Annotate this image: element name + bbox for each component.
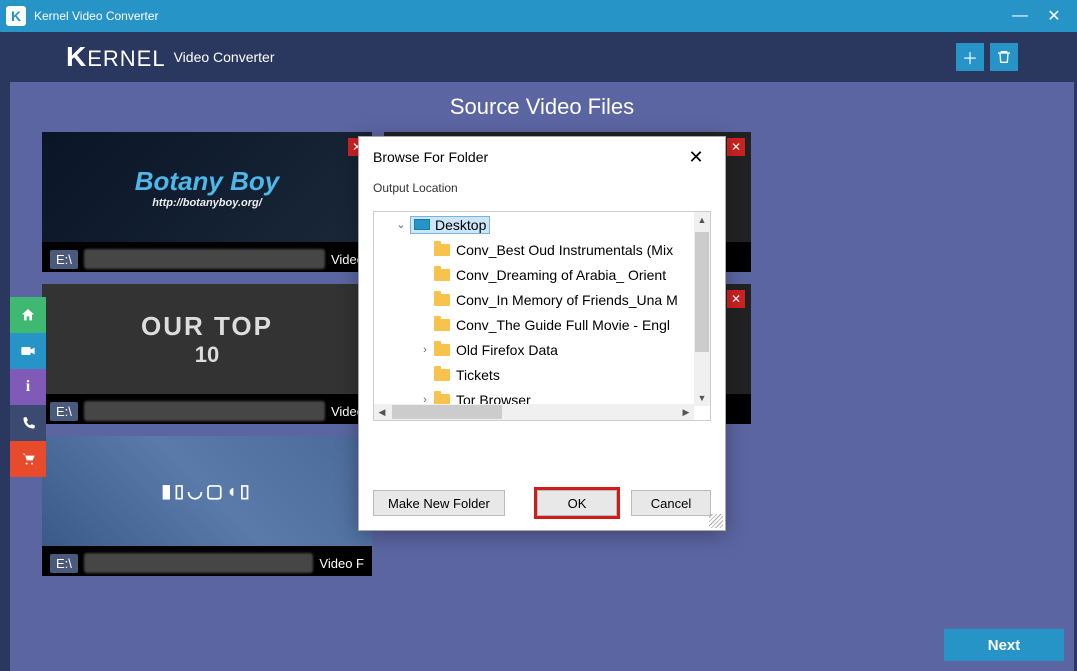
tree-scrollbar-vertical[interactable]: ▲ ▼ [694,212,710,406]
cancel-button[interactable]: Cancel [631,490,711,516]
browse-folder-dialog: Browse For Folder ✕ Output Location ⌄ De… [358,136,726,531]
phone-icon [21,416,36,431]
make-new-folder-button[interactable]: Make New Folder [373,490,505,516]
scroll-right-icon: ▶ [678,404,694,420]
tree-item[interactable]: Conv_The Guide Full Movie - Engl [374,312,710,337]
brand-name: KERNEL [66,41,166,73]
video-icon [20,343,36,359]
video-thumbnail: OUR TOP 10 [42,284,372,394]
folder-icon [434,294,450,306]
chevron-right-icon: › [416,344,434,356]
tree-item-desktop[interactable]: ⌄ Desktop [374,212,710,237]
folder-icon [434,269,450,281]
scroll-up-icon: ▲ [694,212,710,228]
home-icon [20,307,36,323]
sidebar-video-button[interactable] [10,333,46,369]
tree-item[interactable]: ›Old Firefox Data [374,337,710,362]
folder-tree: ⌄ Desktop Conv_Best Oud Instrumentals (M… [373,211,711,421]
remove-video-button[interactable]: ✕ [727,138,745,156]
scroll-down-icon: ▼ [694,390,710,406]
folder-icon [434,344,450,356]
dialog-close-button[interactable]: ✕ [681,142,711,172]
close-window-button[interactable]: ✕ [1037,0,1071,32]
video-thumbnail: ▮▯◡▢◖▯ [42,436,372,546]
sidebar-info-button[interactable]: i [10,369,46,405]
section-title: Source Video Files [10,82,1074,132]
next-button[interactable]: Next [944,629,1064,661]
scroll-left-icon: ◀ [374,404,390,420]
chevron-down-icon: ⌄ [392,218,410,231]
remove-video-button[interactable]: ✕ [727,290,745,308]
tree-item[interactable]: Conv_Best Oud Instrumentals (Mix [374,237,710,262]
minimize-button[interactable]: — [1003,0,1037,32]
video-path: E:\ Video [42,246,372,272]
tree-item[interactable]: Tickets [374,362,710,387]
dialog-titlebar: Browse For Folder ✕ [359,137,725,177]
app-logo-icon: K [6,6,26,26]
folder-icon [434,244,450,256]
app-header: KERNEL Video Converter ＋ [10,32,1074,82]
video-path: E:\ Video [42,398,372,424]
video-tile[interactable]: ▮▯◡▢◖▯ E:\ Video F [42,436,372,576]
folder-icon [434,369,450,381]
resize-grip[interactable] [709,514,723,528]
tree-item[interactable]: Conv_In Memory of Friends_Una M [374,287,710,312]
folder-icon [434,319,450,331]
window-titlebar: K Kernel Video Converter — ✕ [0,0,1077,32]
cart-icon [20,451,36,467]
desktop-icon [414,219,430,230]
sidebar-phone-button[interactable] [10,405,46,441]
sidebar: i [10,297,46,477]
delete-button[interactable] [990,43,1018,71]
info-icon: i [26,378,30,396]
tree-scrollbar-horizontal[interactable]: ◀ ▶ [374,404,694,420]
ok-button[interactable]: OK [537,490,617,516]
video-thumbnail: Botany Boy http://botanyboy.org/ [42,132,372,242]
video-tile[interactable]: OUR TOP 10 E:\ Video [42,284,372,424]
tree-item[interactable]: Conv_Dreaming of Arabia_ Orient [374,262,710,287]
add-file-button[interactable]: ＋ [956,43,984,71]
brand-sub: Video Converter [174,49,275,65]
dialog-title: Browse For Folder [373,149,488,165]
dialog-buttons: Make New Folder OK Cancel [373,490,711,516]
trash-icon [996,49,1012,65]
window-title: Kernel Video Converter [34,9,159,23]
sidebar-home-button[interactable] [10,297,46,333]
dialog-subtitle: Output Location [359,177,725,211]
sidebar-cart-button[interactable] [10,441,46,477]
video-path: E:\ Video F [42,550,372,576]
video-tile[interactable]: ✕ Botany Boy http://botanyboy.org/ E:\ V… [42,132,372,272]
